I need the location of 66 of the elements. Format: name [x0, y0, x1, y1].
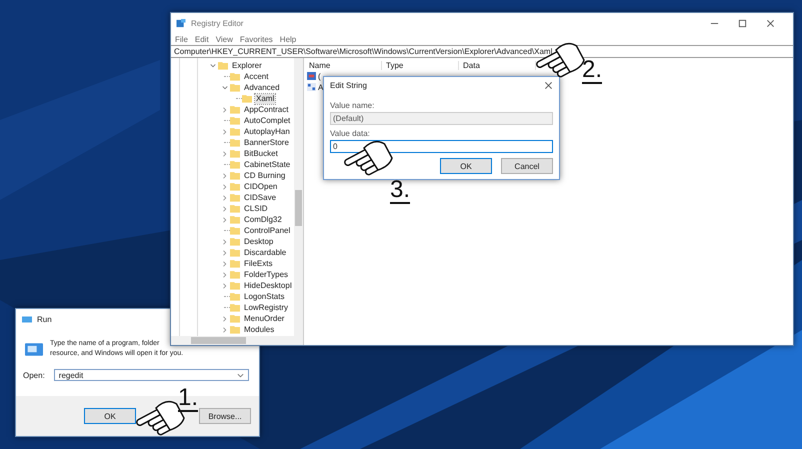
- open-label: Open:: [23, 370, 45, 380]
- tree-item[interactable]: CIDOpen: [243, 182, 278, 192]
- chevron-right-icon[interactable]: [222, 128, 228, 134]
- tree-item[interactable]: AutoComplet: [243, 116, 292, 126]
- run-icon: [22, 314, 32, 324]
- menu-item[interactable]: File: [175, 34, 188, 44]
- tree-item[interactable]: HideDesktopI: [243, 280, 294, 290]
- address-bar[interactable]: Computer\HKEY_CURRENT_USER\Software\Microsoft\Windows\CurrentVersion\Explorer\Advanced\Xaml: [171, 45, 793, 58]
- ok-button[interactable]: OK: [440, 158, 492, 174]
- tree-item[interactable]: BitBucket: [243, 148, 279, 158]
- tree-item[interactable]: MenuOrder: [243, 314, 286, 324]
- horizontal-scrollbar[interactable]: [171, 336, 303, 345]
- tree-item[interactable]: CD Burning: [243, 170, 286, 180]
- tree-item[interactable]: Accent: [243, 72, 270, 82]
- tree-item[interactable]: Modules: [243, 324, 276, 334]
- chevron-right-icon[interactable]: [222, 150, 228, 156]
- tree-item[interactable]: FolderTypes: [243, 270, 290, 280]
- open-field[interactable]: regedit: [54, 369, 249, 381]
- field-label: Value name:: [330, 101, 376, 111]
- value-name[interactable]: A: [318, 82, 324, 92]
- chevron-right-icon[interactable]: [222, 106, 228, 112]
- chevron-down-icon[interactable]: [222, 84, 228, 90]
- tree-item[interactable]: AutoplayHan: [243, 126, 291, 136]
- tree-item[interactable]: CabinetState: [243, 160, 292, 170]
- tree-item[interactable]: AppContract: [243, 104, 290, 114]
- string-value-icon: [307, 72, 316, 80]
- value-name-field[interactable]: (Default): [330, 112, 553, 125]
- tree-item[interactable]: Explorer: [231, 60, 263, 70]
- tree-item[interactable]: Discardable: [243, 248, 288, 258]
- registry-icon: [176, 18, 186, 28]
- step-number: 2.: [582, 58, 602, 84]
- column-header[interactable]: Name: [307, 61, 382, 70]
- tree-item[interactable]: LogonStats: [243, 292, 286, 302]
- tree-item[interactable]: BannerStore: [243, 138, 290, 148]
- tree-item[interactable]: CLSID: [243, 204, 269, 214]
- cancel-button[interactable]: Cancel: [501, 158, 553, 174]
- tree-item[interactable]: Xaml: [255, 94, 276, 104]
- maximize-icon[interactable]: [738, 18, 747, 28]
- window-title: Run: [37, 314, 52, 324]
- chevron-down-icon[interactable]: [210, 62, 216, 68]
- step-number: 1.: [178, 386, 198, 412]
- binary-value-icon: [307, 83, 316, 91]
- menu-item[interactable]: Help: [280, 34, 296, 44]
- menu-item[interactable]: Favorites: [240, 34, 273, 44]
- run-icon: [25, 342, 43, 356]
- tree-item[interactable]: CIDSave: [243, 192, 278, 202]
- column-header[interactable]: Type: [384, 61, 459, 70]
- field-label: Value data:: [330, 129, 371, 139]
- dropdown-caret-icon[interactable]: [237, 373, 244, 378]
- menu-item[interactable]: Edit: [194, 34, 209, 44]
- tree-item[interactable]: ComDlg32: [243, 214, 283, 224]
- tree-item[interactable]: FileExts: [243, 258, 274, 268]
- menu-item[interactable]: View: [216, 34, 233, 44]
- step-number: 3.: [390, 178, 410, 204]
- vertical-scrollbar[interactable]: [294, 58, 303, 336]
- close-icon[interactable]: [544, 81, 553, 90]
- tree-item[interactable]: ControlPanel: [243, 226, 292, 236]
- tree-item[interactable]: LowRegistry: [243, 302, 290, 312]
- window-title: Registry Editor: [191, 18, 244, 28]
- tree-item[interactable]: Desktop: [243, 236, 274, 246]
- dialog-title: Edit String: [330, 81, 367, 90]
- close-icon[interactable]: [766, 18, 775, 28]
- tree-item[interactable]: Advanced: [243, 82, 281, 92]
- value-name[interactable]: (: [318, 72, 321, 80]
- browse-button[interactable]: Browse...: [199, 408, 251, 424]
- ok-button[interactable]: OK: [84, 408, 136, 424]
